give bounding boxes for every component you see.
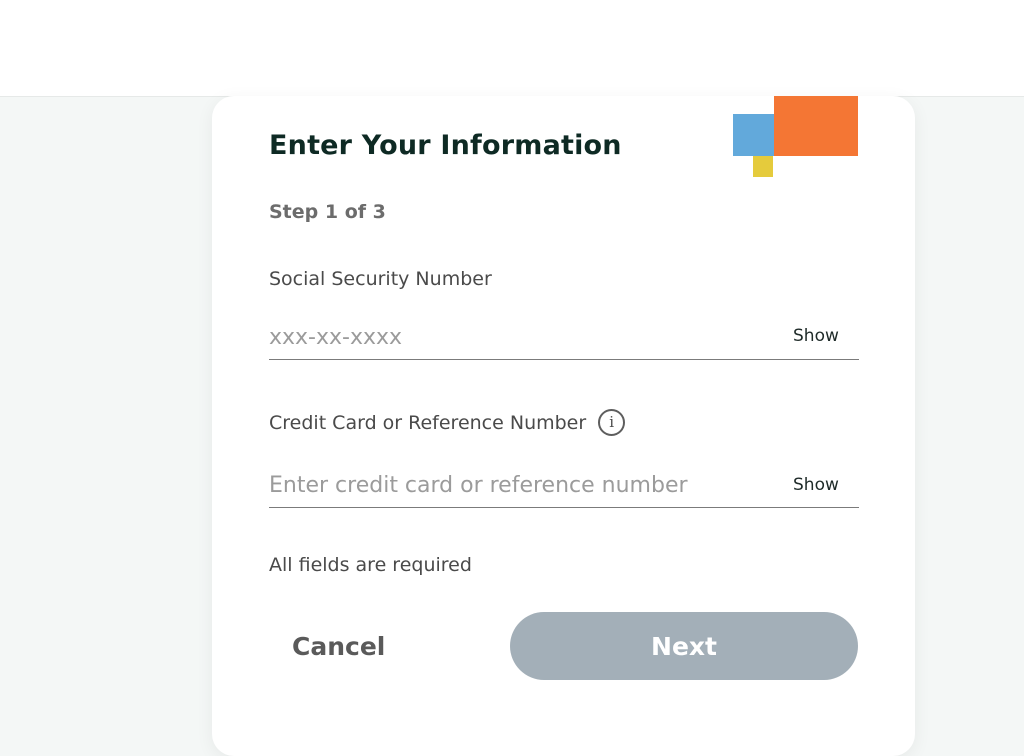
info-icon[interactable]: i — [598, 409, 626, 436]
ssn-label: Social Security Number — [269, 268, 492, 290]
ssn-show-button[interactable]: Show — [793, 326, 839, 346]
logo-blue-square — [733, 114, 774, 156]
logo-yellow-square — [753, 156, 773, 177]
top-header-bar — [0, 0, 1024, 97]
cancel-button[interactable]: Cancel — [276, 612, 404, 680]
card-number-input[interactable] — [269, 464, 859, 508]
card-label-text: Credit Card or Reference Number — [269, 411, 587, 434]
required-fields-note: All fields are required — [269, 554, 472, 576]
step-indicator: Step 1 of 3 — [269, 201, 386, 223]
next-button[interactable]: Next — [510, 612, 858, 680]
brand-logo — [733, 96, 858, 178]
page-title: Enter Your Information — [269, 130, 622, 161]
card-show-button[interactable]: Show — [793, 475, 839, 495]
card-label: Credit Card or Reference Number i — [269, 409, 626, 436]
logo-orange-square — [774, 96, 858, 156]
ssn-label-text: Social Security Number — [269, 268, 492, 290]
ssn-input[interactable] — [269, 316, 859, 360]
information-form-card: Enter Your Information Step 1 of 3 Socia… — [212, 96, 915, 756]
